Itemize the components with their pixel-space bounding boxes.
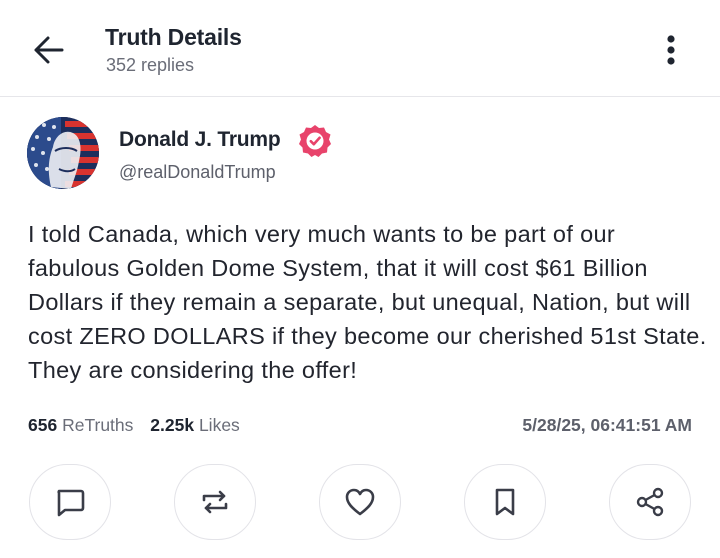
more-vertical-icon: [667, 35, 675, 65]
action-bar: [0, 464, 720, 544]
like-button[interactable]: [319, 464, 401, 540]
post-stats: 656 ReTruths 2.25k Likes: [28, 415, 252, 436]
bookmark-button[interactable]: [464, 464, 546, 540]
comment-icon: [57, 489, 85, 517]
repost-icon: [202, 490, 228, 514]
reply-button[interactable]: [29, 464, 111, 540]
reply-count: 352 replies: [106, 55, 195, 75]
likes-stat[interactable]: 2.25k Likes: [150, 415, 240, 435]
verified-badge-icon: [298, 124, 332, 158]
arrow-left-icon: [34, 36, 64, 64]
share-icon: [636, 487, 664, 517]
post-text: I told Canada, which very much wants to …: [28, 221, 707, 383]
bookmark-icon: [495, 488, 515, 516]
more-options-button[interactable]: [652, 28, 690, 72]
retruths-count: 656: [28, 415, 58, 435]
back-button[interactable]: [26, 30, 70, 70]
heart-icon: [345, 488, 375, 516]
likes-count: 2.25k: [150, 415, 195, 435]
author-name[interactable]: Donald J. Trump: [119, 128, 281, 152]
retruths-stat[interactable]: 656 ReTruths: [28, 415, 133, 435]
top-bar: Truth Details 352 replies: [0, 0, 720, 97]
retruths-label: ReTruths: [62, 415, 134, 435]
share-button[interactable]: [609, 464, 691, 540]
avatar[interactable]: [27, 117, 99, 189]
author-handle[interactable]: @realDonaldTrump: [119, 162, 276, 183]
retruth-button[interactable]: [174, 464, 256, 540]
likes-label: Likes: [198, 415, 240, 435]
post-timestamp: 5/28/25, 06:41:51 AM: [522, 415, 692, 435]
page-title: Truth Details: [105, 24, 242, 50]
